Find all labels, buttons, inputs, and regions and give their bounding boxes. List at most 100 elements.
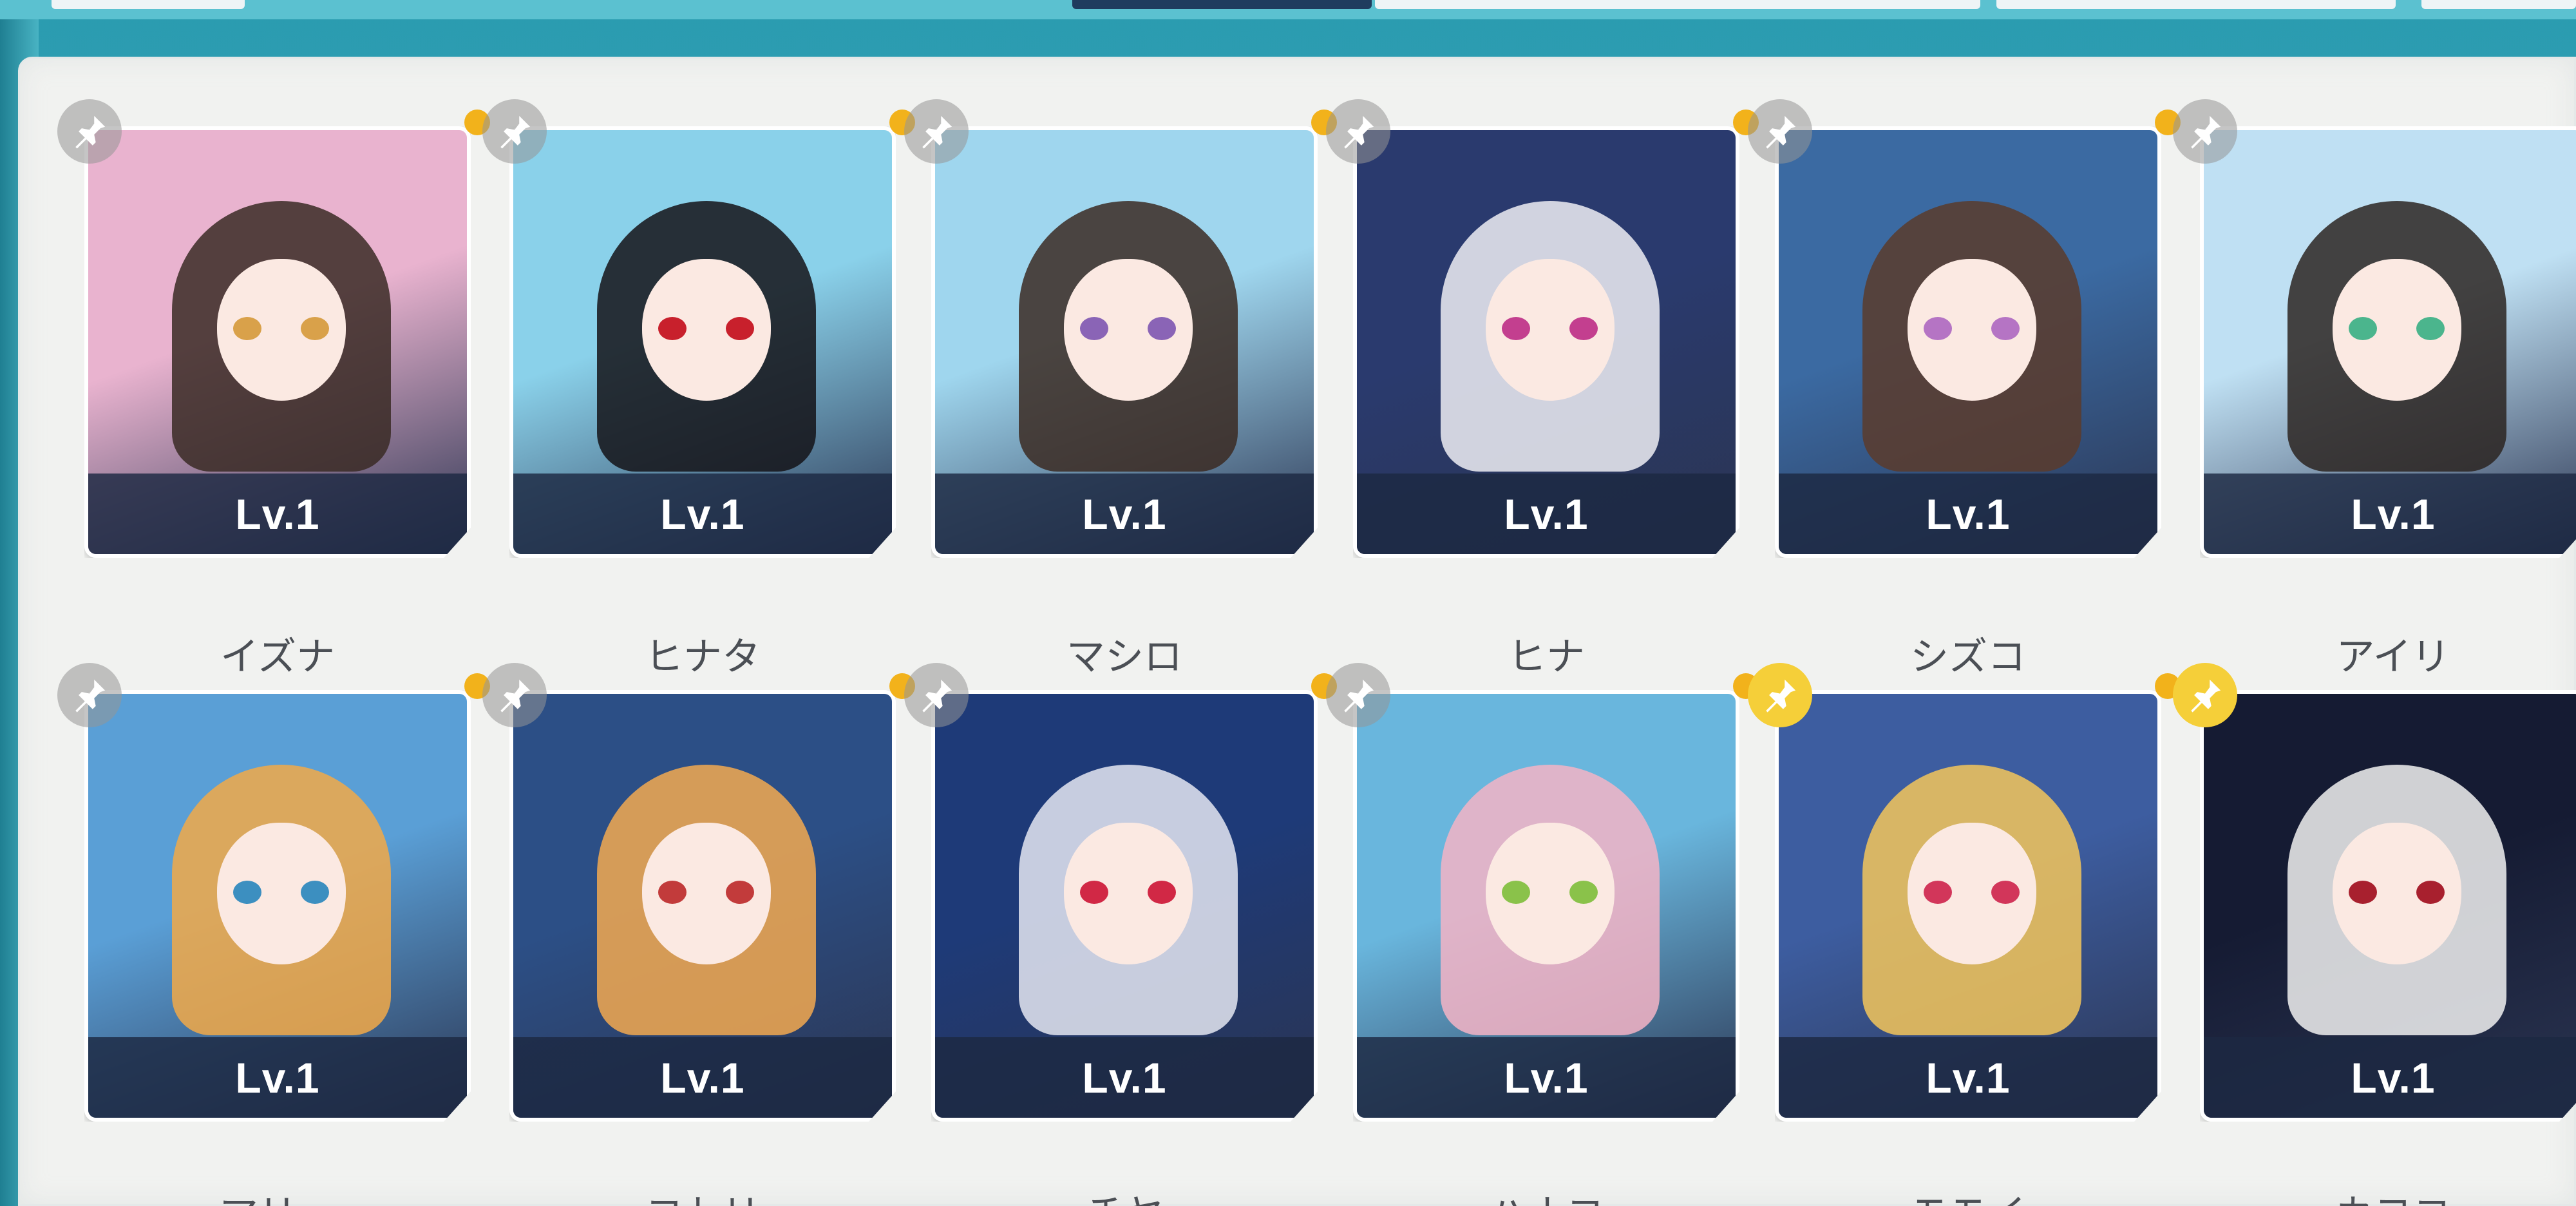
right-eye [1569, 317, 1598, 340]
pushpin-icon[interactable] [57, 99, 122, 164]
level-label: Lv.1 [88, 1037, 467, 1118]
student-portrait-frame[interactable]: Lv.1 [1353, 690, 1739, 1122]
pushpin-glyph [1766, 115, 1796, 149]
left-eye [1502, 317, 1530, 340]
right-eye [1148, 881, 1176, 904]
pushpin-glyph [75, 679, 106, 713]
right-eye [2416, 317, 2445, 340]
left-eye [658, 317, 687, 340]
student-name: アイリ [2336, 635, 2450, 680]
student-portrait-frame[interactable]: Lv.1 [1775, 690, 2161, 1122]
student-portrait-frame[interactable]: Lv.1 [931, 690, 1318, 1122]
right-eye [301, 317, 329, 340]
level-label: Lv.1 [513, 474, 892, 554]
right-eye [1569, 881, 1598, 904]
right-eye [726, 317, 754, 340]
level-label: Lv.1 [88, 474, 467, 554]
top-tab[interactable] [52, 0, 245, 9]
pushpin-icon[interactable] [904, 99, 969, 164]
level-label: Lv.1 [1357, 474, 1736, 554]
top-tab-selected[interactable] [1072, 0, 1372, 9]
student-card[interactable]: Lv.1 カヨコ [2173, 663, 2576, 1206]
student-name: カヨコ [2200, 1183, 2576, 1206]
right-eye [726, 881, 754, 904]
top-tab[interactable] [1996, 0, 2396, 9]
student-portrait-frame[interactable]: Lv.1 [84, 126, 471, 558]
student-portrait-frame[interactable]: Lv.1 [931, 126, 1318, 558]
pushpin-icon[interactable] [2173, 663, 2237, 727]
student-name: シズコ [1910, 635, 2026, 680]
student-name: マシロ [1066, 635, 1182, 680]
pushpin-glyph [1766, 679, 1796, 713]
student-card[interactable]: Lv.1 イズナ [57, 99, 490, 680]
right-eye [1991, 881, 2020, 904]
student-card[interactable]: Lv.1 コトリ [482, 663, 915, 1206]
top-tab[interactable] [1375, 0, 1980, 9]
left-eye [1080, 881, 1108, 904]
pushpin-icon[interactable] [57, 663, 122, 727]
level-label: Lv.1 [2204, 474, 2576, 554]
left-eye [2349, 881, 2377, 904]
top-bar [0, 0, 2576, 19]
student-card[interactable]: Lv.1 マシロ [904, 99, 1337, 680]
level-label: Lv.1 [1779, 474, 2157, 554]
left-eye [658, 881, 687, 904]
student-card[interactable]: Lv.1 ハナコ [1326, 663, 1759, 1206]
level-label: Lv.1 [513, 1037, 892, 1118]
student-card[interactable]: Lv.1 シズコ [1748, 99, 2181, 680]
pushpin-icon[interactable] [1326, 99, 1390, 164]
student-list-panel: Lv.1 イズナ Lv.1 ヒナタ Lv.1 マシロ Lv.1 ヒナ Lv.1 … [18, 57, 2576, 1206]
pushpin-icon[interactable] [482, 663, 547, 727]
pushpin-glyph [922, 679, 952, 713]
pushpin-icon[interactable] [2173, 99, 2237, 164]
student-portrait-frame[interactable]: Lv.1 [84, 690, 471, 1122]
student-card[interactable]: Lv.1 モモイ [1748, 663, 2181, 1206]
pushpin-icon[interactable] [1748, 99, 1812, 164]
student-name: ヒナ [1508, 635, 1585, 680]
left-eye [1502, 881, 1530, 904]
pushpin-glyph [2191, 679, 2221, 713]
pushpin-glyph [500, 679, 531, 713]
student-card[interactable]: Lv.1 ヒナタ [482, 99, 915, 680]
pushpin-icon[interactable] [1326, 663, 1390, 727]
left-eye [1924, 881, 1952, 904]
student-portrait-frame[interactable]: Lv.1 [509, 126, 896, 558]
student-name: ヒナタ [645, 635, 761, 680]
left-eye [1924, 317, 1952, 340]
pushpin-icon[interactable] [904, 663, 969, 727]
student-name: モモイ [1775, 1183, 2161, 1206]
left-eye [2349, 317, 2377, 340]
student-card[interactable]: Lv.1 マリー [57, 663, 490, 1206]
level-label: Lv.1 [935, 474, 1314, 554]
student-portrait-frame[interactable]: Lv.1 [1775, 126, 2161, 558]
student-name: チヤ [931, 1183, 1318, 1206]
left-eye [233, 881, 261, 904]
level-label: Lv.1 [935, 1037, 1314, 1118]
student-portrait-frame[interactable]: Lv.1 [509, 690, 896, 1122]
student-card[interactable]: Lv.1 アイリ [2173, 99, 2576, 680]
pushpin-glyph [1344, 679, 1374, 713]
pushpin-icon[interactable] [1748, 663, 1812, 727]
student-card[interactable]: Lv.1 ヒナ [1326, 99, 1759, 680]
pushpin-glyph [1344, 115, 1374, 149]
student-name: コトリ [509, 1183, 896, 1206]
pushpin-glyph [922, 115, 952, 149]
student-name: イズナ [220, 635, 336, 680]
right-eye [2416, 881, 2445, 904]
pushpin-glyph [75, 115, 106, 149]
student-portrait-frame[interactable]: Lv.1 [2200, 690, 2576, 1122]
level-label: Lv.1 [2204, 1037, 2576, 1118]
right-eye [1991, 317, 2020, 340]
left-eye [1080, 317, 1108, 340]
student-card[interactable]: Lv.1 チヤ [904, 663, 1337, 1206]
student-name: マリー [84, 1183, 471, 1206]
student-name: ハナコ [1353, 1183, 1739, 1206]
student-portrait-frame[interactable]: Lv.1 [1353, 126, 1739, 558]
top-tab[interactable] [2421, 0, 2576, 9]
right-eye [1148, 317, 1176, 340]
level-label: Lv.1 [1357, 1037, 1736, 1118]
pushpin-icon[interactable] [482, 99, 547, 164]
student-portrait-frame[interactable]: Lv.1 [2200, 126, 2576, 558]
pushpin-glyph [500, 115, 531, 149]
level-label: Lv.1 [1779, 1037, 2157, 1118]
